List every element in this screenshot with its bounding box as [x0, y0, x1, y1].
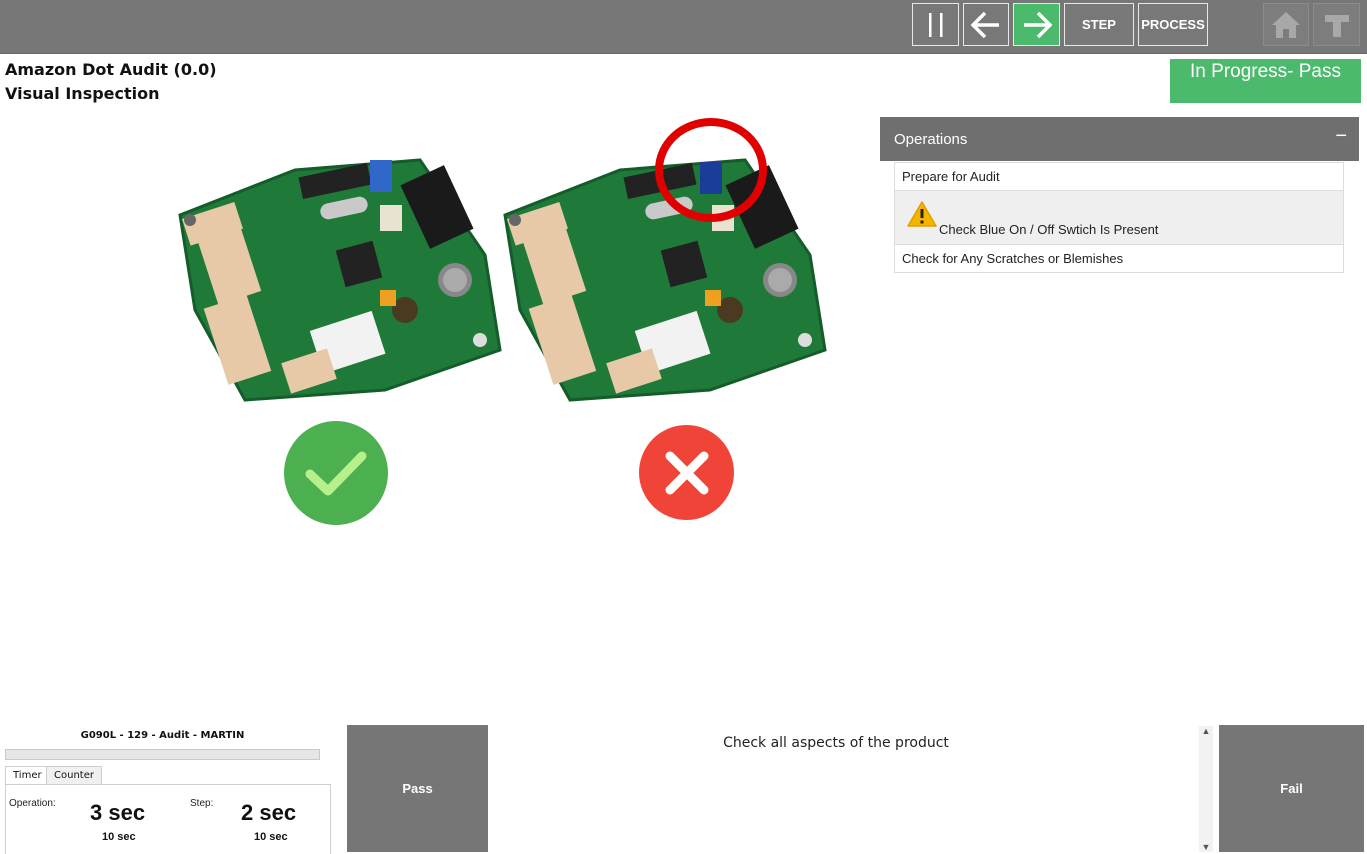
operation-item-label: Check Blue On / Off Swtich Is Present	[939, 222, 1159, 237]
status-badge: In Progress- Pass	[1170, 59, 1361, 103]
operation-time-limit: 10 sec	[102, 831, 136, 843]
operation-item-check-switch[interactable]: Check Blue On / Off Swtich Is Present	[895, 191, 1343, 245]
tab-counter[interactable]: Counter	[46, 766, 102, 785]
pcb-good-image	[178, 158, 502, 402]
collapse-icon[interactable]: −	[1335, 125, 1347, 148]
step-time-value: 2 sec	[241, 800, 297, 825]
process-button[interactable]: PROCESS	[1138, 3, 1208, 46]
timer-panel: Operation: 3 sec 10 sec Step: 2 sec 10 s…	[5, 784, 331, 854]
checkmark-icon	[284, 421, 388, 525]
page-title: Amazon Dot Audit (0.0)	[5, 60, 217, 79]
operations-list: Prepare for Audit Check Blue On / Off Sw…	[894, 162, 1344, 273]
operation-time-label: Operation:	[9, 798, 56, 809]
home-button[interactable]	[1263, 3, 1309, 46]
tab-timer[interactable]: Timer	[5, 766, 50, 785]
instructions-text: Check all aspects of the product	[723, 735, 949, 751]
top-toolbar: STEP PROCESS	[0, 0, 1367, 54]
pause-button[interactable]	[912, 3, 959, 46]
back-button[interactable]	[963, 3, 1009, 46]
operation-item-scratches[interactable]: Check for Any Scratches or Blemishes	[895, 245, 1343, 272]
defect-highlight-circle	[655, 118, 767, 222]
pause-icon	[928, 12, 942, 37]
scroll-down-icon[interactable]: ▼	[1199, 842, 1213, 852]
operation-item-label: Prepare for Audit	[902, 169, 1000, 184]
step-button[interactable]: STEP	[1064, 3, 1134, 46]
next-button[interactable]	[1013, 3, 1060, 46]
fail-button[interactable]: Fail	[1219, 725, 1364, 852]
operations-header[interactable]: Operations −	[880, 117, 1359, 161]
operation-item-label: Check for Any Scratches or Blemishes	[902, 251, 1124, 266]
progress-bar	[5, 749, 320, 760]
cross-icon	[639, 425, 734, 520]
pass-button[interactable]: Pass	[347, 725, 488, 852]
t-icon	[1324, 14, 1349, 37]
operation-item-prepare[interactable]: Prepare for Audit	[895, 163, 1343, 191]
scroll-up-icon[interactable]: ▲	[1199, 726, 1213, 736]
instructions-scrollbar[interactable]: ▲ ▼	[1199, 726, 1213, 852]
tools-button[interactable]	[1313, 3, 1360, 46]
step-time-limit: 10 sec	[254, 831, 288, 843]
operations-title: Operations	[894, 130, 968, 148]
operation-time-value: 3 sec	[90, 800, 146, 825]
step-time-label: Step:	[190, 798, 214, 809]
job-label: G090L - 129 - Audit - MARTIN	[80, 730, 245, 741]
home-icon	[1272, 11, 1300, 38]
arrow-left-icon	[970, 11, 999, 38]
page-subtitle: Visual Inspection	[5, 84, 160, 103]
warning-icon	[907, 201, 937, 227]
arrow-right-icon	[1023, 11, 1052, 38]
